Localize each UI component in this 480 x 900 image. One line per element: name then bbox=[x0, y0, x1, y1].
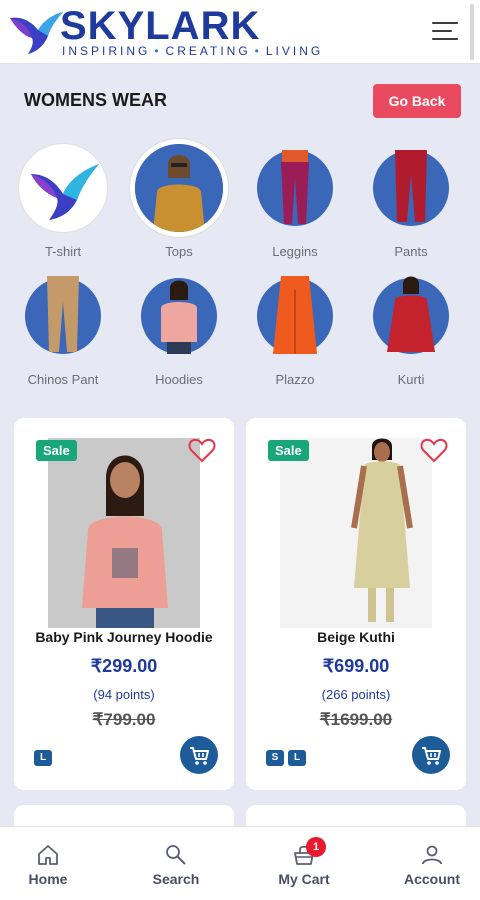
heart-icon[interactable] bbox=[188, 438, 216, 464]
product-original-price: ₹1699.00 bbox=[319, 710, 393, 729]
scrollbar[interactable] bbox=[470, 4, 474, 60]
cart-icon bbox=[190, 747, 209, 765]
category-tops[interactable]: Tops bbox=[124, 144, 234, 259]
add-to-cart-button[interactable] bbox=[180, 736, 218, 774]
nav-label: Home bbox=[28, 871, 68, 887]
product-card[interactable]: Sale Beige Kuthi ₹699.00 (266 points) ₹1… bbox=[246, 418, 466, 790]
category-image bbox=[19, 144, 107, 232]
chinos-pant-image bbox=[25, 276, 101, 354]
pants-image bbox=[373, 150, 449, 226]
bottom-navigation: Home Search 1 My Cart Account bbox=[0, 826, 480, 900]
size-list: L bbox=[34, 750, 52, 766]
size-badge[interactable]: L bbox=[34, 750, 52, 766]
brand-tagline: INSPIRING • CREATING • LIVING bbox=[62, 44, 324, 58]
product-points: (94 points) bbox=[93, 687, 155, 702]
nav-account[interactable]: Account bbox=[372, 827, 480, 900]
category-label: Chinos Pant bbox=[27, 372, 99, 387]
kurti-model-image bbox=[280, 438, 432, 628]
add-to-cart-button[interactable] bbox=[412, 736, 450, 774]
product-card[interactable]: Sale Baby Pink Journey Hoodie ₹299.00 (9… bbox=[14, 418, 234, 790]
category-label: Kurti bbox=[397, 372, 425, 387]
category-label: Tops bbox=[165, 244, 193, 259]
bird-logo-icon[interactable] bbox=[8, 8, 64, 56]
product-image[interactable] bbox=[48, 438, 200, 628]
sale-badge: Sale bbox=[36, 440, 77, 461]
category-image bbox=[135, 272, 223, 360]
product-name: Beige Kuthi bbox=[317, 629, 395, 645]
cart-count-badge: 1 bbox=[306, 837, 326, 857]
category-chinos-pant[interactable]: Chinos Pant bbox=[8, 272, 118, 387]
category-t-shirt[interactable]: T-shirt bbox=[8, 144, 118, 259]
category-label: Plazzo bbox=[275, 372, 315, 387]
nav-label: My Cart bbox=[278, 871, 330, 887]
tagline-word: LIVING bbox=[265, 44, 324, 58]
product-points: (266 points) bbox=[321, 687, 391, 702]
tagline-word: CREATING bbox=[165, 44, 251, 58]
product-image[interactable] bbox=[280, 438, 432, 628]
plazzo-image bbox=[257, 276, 333, 354]
nav-label: Account bbox=[404, 871, 460, 887]
nav-label: Search bbox=[152, 871, 200, 887]
category-image bbox=[135, 144, 223, 232]
category-image bbox=[367, 272, 455, 360]
category-label: T-shirt bbox=[44, 244, 82, 259]
category-pants[interactable]: Pants bbox=[356, 144, 466, 259]
category-label: Hoodies bbox=[155, 372, 203, 387]
nav-my-cart[interactable]: 1 My Cart bbox=[244, 827, 364, 900]
bird-logo-icon bbox=[31, 164, 99, 220]
hamburger-menu-icon[interactable] bbox=[430, 16, 462, 48]
category-image bbox=[367, 144, 455, 232]
category-image bbox=[19, 272, 107, 360]
hoodie-model-image bbox=[48, 438, 200, 628]
category-image bbox=[251, 272, 339, 360]
go-back-button[interactable]: Go Back bbox=[373, 84, 461, 118]
size-badge[interactable]: S bbox=[266, 750, 284, 766]
nav-home[interactable]: Home bbox=[0, 827, 108, 900]
search-icon bbox=[166, 845, 186, 865]
product-price: ₹299.00 bbox=[90, 656, 158, 676]
sale-badge: Sale bbox=[268, 440, 309, 461]
product-name: Baby Pink Journey Hoodie bbox=[35, 629, 213, 645]
account-icon bbox=[422, 845, 442, 865]
page-title: WOMENS WEAR bbox=[24, 90, 167, 110]
kurti-model-image bbox=[373, 276, 449, 354]
tagline-word: INSPIRING bbox=[62, 44, 151, 58]
category-kurti[interactable]: Kurti bbox=[356, 272, 466, 387]
tops-model-image bbox=[135, 144, 223, 232]
category-label: Leggins bbox=[272, 244, 318, 259]
product-price: ₹699.00 bbox=[322, 656, 390, 676]
heart-icon[interactable] bbox=[420, 438, 448, 464]
product-original-price: ₹799.00 bbox=[92, 710, 156, 729]
category-image bbox=[251, 144, 339, 232]
category-label: Pants bbox=[394, 244, 428, 259]
size-list: S L bbox=[266, 750, 306, 766]
leggins-image bbox=[257, 150, 333, 226]
category-hoodies[interactable]: Hoodies bbox=[124, 272, 234, 387]
size-badge[interactable]: L bbox=[288, 750, 306, 766]
app-header: SKYLARK INSPIRING • CREATING • LIVING bbox=[0, 0, 480, 64]
nav-search[interactable]: Search bbox=[116, 827, 236, 900]
home-icon bbox=[38, 845, 58, 865]
cart-icon bbox=[422, 747, 441, 765]
category-leggins[interactable]: Leggins bbox=[240, 144, 350, 259]
hoodies-model-image bbox=[141, 278, 217, 354]
brand-name: SKYLARK bbox=[60, 4, 261, 48]
category-plazzo[interactable]: Plazzo bbox=[240, 272, 350, 387]
